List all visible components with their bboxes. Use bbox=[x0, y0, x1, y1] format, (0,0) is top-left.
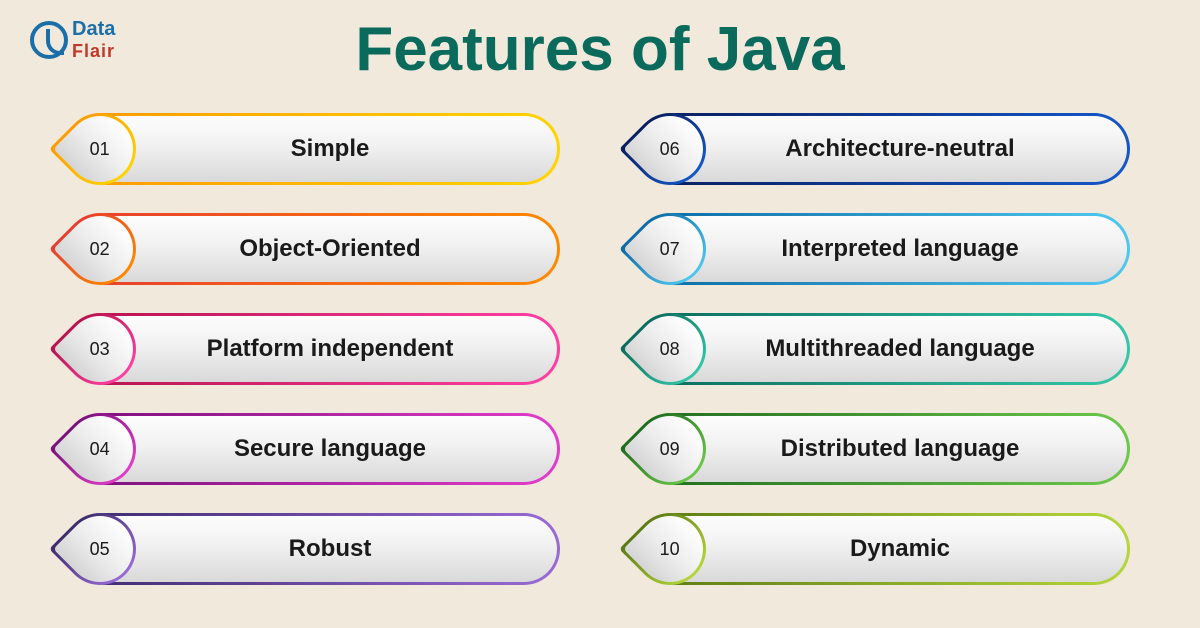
feature-pill: Platform independent 03 bbox=[70, 313, 560, 385]
logo-text: Data Flair bbox=[72, 18, 115, 62]
feature-number: 09 bbox=[660, 439, 680, 460]
feature-pill: Interpreted language 07 bbox=[640, 213, 1130, 285]
feature-label: Simple bbox=[73, 135, 557, 163]
logo-line2: Flair bbox=[72, 41, 115, 62]
feature-pill: Multithreaded language 08 bbox=[640, 313, 1130, 385]
feature-number: 08 bbox=[660, 339, 680, 360]
page-title: Features of Java bbox=[0, 0, 1200, 85]
feature-number: 07 bbox=[660, 239, 680, 260]
feature-label: Distributed language bbox=[643, 435, 1127, 463]
feature-number: 03 bbox=[90, 339, 110, 360]
feature-number: 01 bbox=[90, 139, 110, 160]
logo-icon bbox=[30, 21, 68, 59]
feature-badge: 07 bbox=[634, 213, 706, 285]
logo: Data Flair bbox=[30, 18, 115, 62]
feature-pill: Architecture-neutral 06 bbox=[640, 113, 1130, 185]
feature-badge: 10 bbox=[634, 513, 706, 585]
feature-label: Dynamic bbox=[643, 535, 1127, 563]
feature-badge: 08 bbox=[634, 313, 706, 385]
feature-number: 06 bbox=[660, 139, 680, 160]
left-column: Simple 01 Object-Oriented 02 Pla bbox=[70, 113, 560, 585]
feature-pill: Secure language 04 bbox=[70, 413, 560, 485]
feature-label: Interpreted language bbox=[643, 235, 1127, 263]
feature-badge: 01 bbox=[64, 113, 136, 185]
logo-line1: Data bbox=[72, 18, 115, 41]
feature-badge: 04 bbox=[64, 413, 136, 485]
feature-pill: Distributed language 09 bbox=[640, 413, 1130, 485]
feature-label: Platform independent bbox=[73, 335, 557, 363]
feature-badge: 06 bbox=[634, 113, 706, 185]
right-column: Architecture-neutral 06 Interpreted lang… bbox=[640, 113, 1130, 585]
feature-badge: 03 bbox=[64, 313, 136, 385]
feature-columns: Simple 01 Object-Oriented 02 Pla bbox=[0, 113, 1200, 585]
feature-pill: Simple 01 bbox=[70, 113, 560, 185]
feature-label: Robust bbox=[73, 535, 557, 563]
feature-pill: Robust 05 bbox=[70, 513, 560, 585]
feature-pill: Dynamic 10 bbox=[640, 513, 1130, 585]
feature-pill: Object-Oriented 02 bbox=[70, 213, 560, 285]
feature-label: Object-Oriented bbox=[73, 235, 557, 263]
feature-label: Secure language bbox=[73, 435, 557, 463]
feature-number: 05 bbox=[90, 539, 110, 560]
feature-badge: 09 bbox=[634, 413, 706, 485]
feature-number: 02 bbox=[90, 239, 110, 260]
feature-badge: 05 bbox=[64, 513, 136, 585]
feature-number: 04 bbox=[90, 439, 110, 460]
feature-label: Architecture-neutral bbox=[643, 135, 1127, 163]
feature-badge: 02 bbox=[64, 213, 136, 285]
feature-number: 10 bbox=[660, 539, 680, 560]
feature-label: Multithreaded language bbox=[643, 335, 1127, 363]
